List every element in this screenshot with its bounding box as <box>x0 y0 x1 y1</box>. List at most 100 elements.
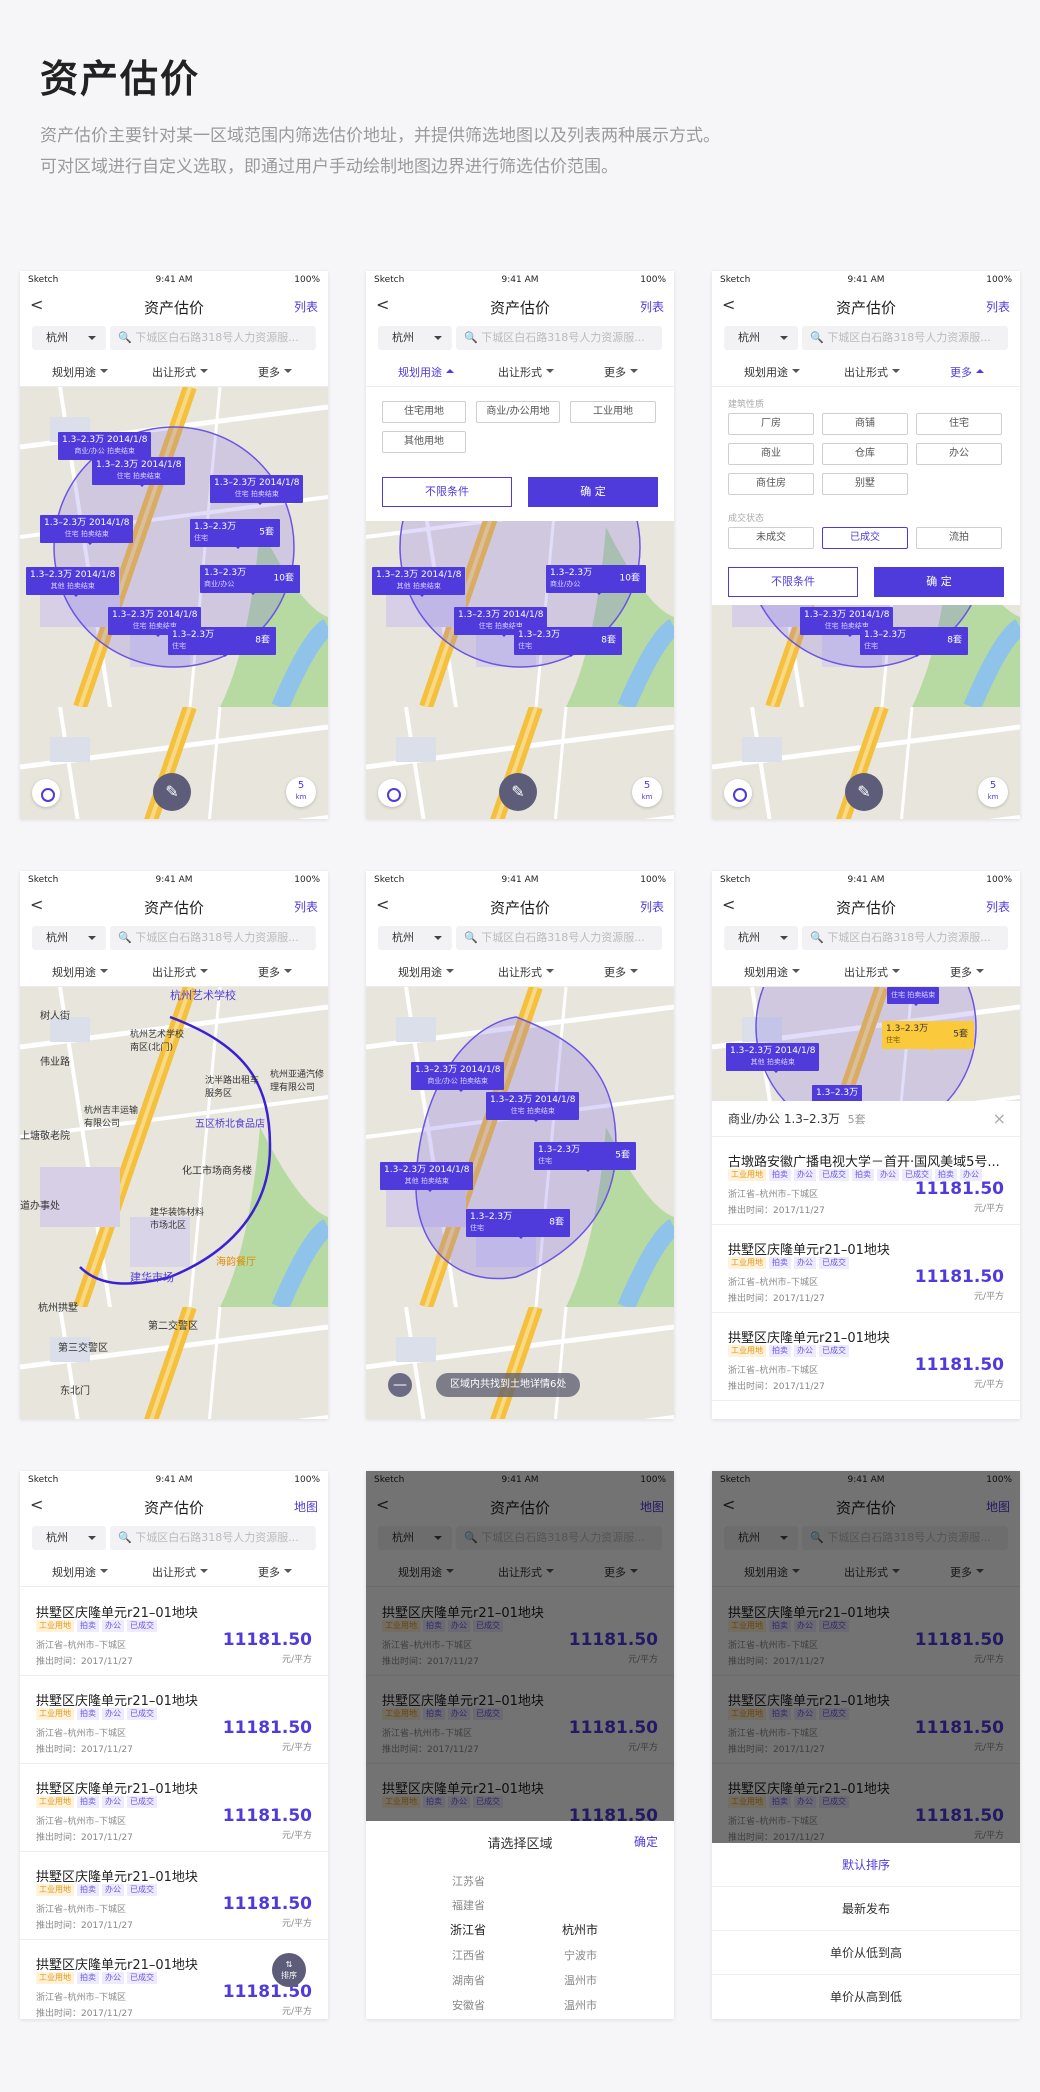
filter-form[interactable]: 出让形式 <box>498 364 554 380</box>
list-item[interactable]: 拱墅区庆隆单元r21–01地块 工业用地 拍卖 办公 已成交 浙江省–杭州市–下城区 … <box>712 1225 1020 1313</box>
use-option[interactable]: 住宅用地 <box>382 401 466 423</box>
sort-option[interactable]: 最新发布 <box>712 1887 1020 1931</box>
search-input[interactable]: 🔍 下城区白石路318号人力资源服... <box>110 1526 316 1550</box>
city-select[interactable]: 杭州 <box>724 326 798 350</box>
map-price-tag[interactable]: 1.3–2.3万 商业/办公 10套 <box>200 565 300 595</box>
filter-use[interactable]: 规划用途 <box>398 964 454 980</box>
filter-use[interactable]: 规划用途 <box>52 1564 108 1580</box>
scale-button[interactable]: 5 km <box>632 777 662 807</box>
filter-more[interactable]: 更多 <box>258 364 292 380</box>
city-select[interactable]: 杭州 <box>32 326 106 350</box>
filter-form[interactable]: 出让形式 <box>152 364 208 380</box>
city-select[interactable]: 杭州 <box>32 1526 106 1550</box>
map-view[interactable]: 1.3–2.3万 2014/1/8 商业/办公 拍卖结束 1.3–2.3万 201… <box>20 387 328 819</box>
search-input[interactable]: 🔍 下城区白石路318号人力资源服... <box>802 326 1008 350</box>
sort-option-selected[interactable]: 默认排序 <box>712 1843 1020 1887</box>
close-icon[interactable]: × <box>993 1101 1006 1137</box>
state-option[interactable]: 流拍 <box>916 527 1002 549</box>
map-price-tag[interactable]: 1.3–2.3万 住宅 5套 <box>534 1142 636 1172</box>
reset-button[interactable]: 不限条件 <box>728 567 858 597</box>
type-option[interactable]: 商住房 <box>728 473 814 495</box>
map-price-tag[interactable]: 1.3–2.3万 2014/1/8 其他 拍卖结束 <box>372 567 466 597</box>
province-option[interactable]: 安徽省 <box>452 1997 485 2013</box>
filter-more[interactable]: 更多 <box>258 964 292 980</box>
list-item[interactable]: 拱墅区庆隆单元r21–01地块工业用地拍卖办公已成交浙江省–杭州市–下城区推出时… <box>20 1588 328 1676</box>
list-toggle-button[interactable]: 列表 <box>294 898 318 915</box>
province-option-selected[interactable]: 浙江省 <box>450 1921 486 1938</box>
city-select[interactable]: 杭州 <box>32 926 106 950</box>
list-item[interactable]: 拱墅区庆隆单元r21–01地块工业用地拍卖办公已成交浙江省–杭州市–下城区推出时… <box>20 1764 328 1852</box>
map-view[interactable]: 1.3–2.3万 2014/1/8 商业/办公 拍卖结束 1.3–2.3万 201… <box>366 987 674 1419</box>
filter-more[interactable]: 更多 <box>950 364 984 380</box>
map-price-tag[interactable]: 1.3–2.3万 2014/1/8 其他 拍卖结束 <box>26 567 120 597</box>
sort-option[interactable]: 单价从低到高 <box>712 1931 1020 1975</box>
map-price-tag[interactable]: 1.3–2.3万 2014/1/8 住宅 拍卖结束 <box>486 1092 580 1122</box>
sort-button[interactable]: ⇅ 排序 <box>272 1953 306 1987</box>
filter-more[interactable]: 更多 <box>950 964 984 980</box>
city-option-selected[interactable]: 杭州市 <box>562 1921 598 1938</box>
filter-more[interactable]: 更多 <box>258 1564 292 1580</box>
map-price-tag[interactable]: 1.3–2.3万 2014/1/8 住宅 拍卖结束 <box>40 515 134 545</box>
city-option[interactable]: 宁波市 <box>564 1947 597 1963</box>
use-option[interactable]: 其他用地 <box>382 431 466 453</box>
list-item[interactable]: 拱墅区庆隆单元r21–01地块 工业用地 拍卖 办公 已成交 浙江省–杭州市–下城区 … <box>712 1313 1020 1401</box>
city-option[interactable]: 温州市 <box>564 1972 597 1988</box>
type-option[interactable]: 仓库 <box>822 443 908 465</box>
map-price-tag[interactable]: 1.3–2.3万 <box>812 1085 863 1101</box>
list-item[interactable]: 古墩路安徽广播电视大学－首开·国风美域5号... 工业用地 拍卖 办公 已成交 拍卖 办公… <box>712 1137 1020 1225</box>
locate-icon[interactable] <box>378 779 406 807</box>
list-item[interactable]: 拱墅区庆隆单元r21–01地块工业用地拍卖办公已成交浙江省–杭州市–下城区推出时… <box>20 1852 328 1940</box>
map-price-tag[interactable]: 1.3–2.3万 住宅 8套 <box>514 627 622 657</box>
filter-use[interactable]: 规划用途 <box>398 364 454 380</box>
scale-button[interactable]: 5 km <box>978 777 1008 807</box>
search-input[interactable]: 🔍 下城区白石路318号人力资源服... <box>110 926 316 950</box>
type-option[interactable]: 办公 <box>916 443 1002 465</box>
map-price-tag[interactable]: 住宅 拍卖结束 <box>887 987 940 1006</box>
map-price-tag[interactable]: 1.3–2.3万 住宅 8套 <box>168 627 276 657</box>
map-price-tag[interactable]: 1.3–2.3万 商业/办公 10套 <box>546 565 646 595</box>
filter-use[interactable]: 规划用途 <box>52 964 108 980</box>
filter-more[interactable]: 更多 <box>604 364 638 380</box>
list-toggle-button[interactable]: 列表 <box>986 298 1010 315</box>
list-item[interactable]: 拱墅区庆隆单元r21–01地块工业用地拍卖办公已成交浙江省–杭州市–下城区推出时… <box>20 1676 328 1764</box>
map-view[interactable]: 杭州艺术学校 杭州艺术学校南区(北门) 沈半路出租车服务区 杭州亚通汽修理有限公… <box>20 987 328 1419</box>
province-option[interactable]: 湖南省 <box>452 1972 485 1988</box>
city-select[interactable]: 杭州 <box>378 926 452 950</box>
map-price-tag-selected[interactable]: 1.3–2.3万 住宅 5套 <box>882 1021 974 1051</box>
use-option[interactable]: 工业用地 <box>570 401 656 423</box>
scale-button[interactable]: 5 km <box>286 777 316 807</box>
province-option[interactable]: 福建省 <box>452 1897 485 1913</box>
type-option[interactable]: 厂房 <box>728 413 814 435</box>
map-price-tag[interactable]: 1.3–2.3万 2014/1/8 商业/办公 拍卖结束 <box>411 1062 505 1092</box>
confirm-button[interactable]: 确 定 <box>528 477 658 507</box>
type-option[interactable]: 商业 <box>728 443 814 465</box>
locate-icon[interactable] <box>724 779 752 807</box>
type-option[interactable]: 商铺 <box>822 413 908 435</box>
map-price-tag[interactable]: 1.3–2.3万 2014/1/8 其他 拍卖结束 <box>380 1162 474 1192</box>
type-option[interactable]: 住宅 <box>916 413 1002 435</box>
search-input[interactable]: 🔍 下城区白石路318号人力资源服... <box>802 926 1008 950</box>
region-result-pill[interactable]: 区域内共找到土地详情6处 <box>436 1373 581 1397</box>
locate-icon[interactable] <box>32 779 60 807</box>
confirm-button[interactable]: 确 定 <box>874 567 1004 597</box>
filter-form[interactable]: 出让形式 <box>152 964 208 980</box>
filter-form[interactable]: 出让形式 <box>152 1564 208 1580</box>
map-price-tag[interactable]: 1.3–2.3万 2014/1/8 住宅 拍卖结束 <box>92 457 186 487</box>
list-toggle-button[interactable]: 列表 <box>294 298 318 315</box>
city-select[interactable]: 杭州 <box>378 326 452 350</box>
filter-more[interactable]: 更多 <box>604 964 638 980</box>
filter-use[interactable]: 规划用途 <box>744 364 800 380</box>
list-toggle-button[interactable]: 列表 <box>640 898 664 915</box>
reset-button[interactable]: 不限条件 <box>382 477 512 507</box>
province-option[interactable]: 江西省 <box>452 1947 485 1963</box>
search-input[interactable]: 🔍 下城区白石路318号人力资源服... <box>110 326 316 350</box>
state-option[interactable]: 已成交 <box>822 527 908 549</box>
use-option[interactable]: 商业/办公用地 <box>476 401 560 423</box>
map-price-tag[interactable]: 1.3–2.3万 2014/1/8 商业/办公 拍卖结束 <box>58 432 152 462</box>
search-input[interactable]: 🔍 下城区白石路318号人力资源服... <box>456 326 662 350</box>
map-view[interactable]: 住宅 拍卖结束 1.3–2.3万 住宅 5套 1.3–2.3万 2014/1/8 其他… <box>712 987 1020 1101</box>
region-confirm-button[interactable]: 确定 <box>634 1833 658 1850</box>
list-toggle-button[interactable]: 列表 <box>986 898 1010 915</box>
draw-pen-icon[interactable]: ✎ <box>845 773 883 811</box>
filter-form[interactable]: 出让形式 <box>498 964 554 980</box>
